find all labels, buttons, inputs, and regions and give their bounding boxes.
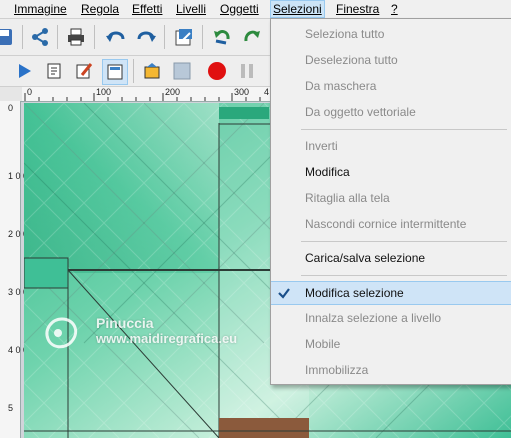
blank-square-icon[interactable] xyxy=(170,59,194,83)
save-icon[interactable] xyxy=(0,25,16,49)
pause-icon[interactable] xyxy=(235,59,259,83)
menu-effetti[interactable]: Effetti xyxy=(130,0,164,18)
redo-icon[interactable] xyxy=(134,25,158,49)
menu-item-da-maschera[interactable]: Da maschera xyxy=(271,75,511,97)
menu-item-da-oggetto-vettoriale[interactable]: Da oggetto vettoriale xyxy=(271,101,511,123)
menu-item-modifica-selezione[interactable]: Modifica selezione xyxy=(271,281,511,305)
undo-icon[interactable] xyxy=(104,25,128,49)
menu-separator xyxy=(301,129,507,130)
ruler-label: 0 xyxy=(8,103,14,113)
ruler-label: 200 xyxy=(165,87,181,97)
rotate-left-icon[interactable] xyxy=(210,25,234,49)
ruler-label: 3 0 0 xyxy=(8,287,29,297)
play-icon[interactable] xyxy=(12,59,36,83)
menu-item-innalza-selezione[interactable]: Innalza selezione a livello xyxy=(271,307,511,329)
watermark-url: www.maidiregrafica.eu xyxy=(96,331,238,346)
ruler-label: 5 xyxy=(8,403,14,413)
menu-item-immobilizza[interactable]: Immobilizza xyxy=(271,359,511,381)
checkmark-icon xyxy=(275,284,293,302)
rotate-right-icon[interactable] xyxy=(240,25,264,49)
menu-selezioni[interactable]: Selezioni xyxy=(270,0,325,18)
ruler-label: 2 0 0 xyxy=(8,229,29,239)
menu-item-inverti[interactable]: Inverti xyxy=(271,135,511,157)
menu-immagine[interactable]: Immagine xyxy=(12,0,69,18)
menu-item-ritaglia-alla-tela[interactable]: Ritaglia alla tela xyxy=(271,187,511,209)
ruler-left: 0 1 0 0 2 0 0 3 0 0 4 0 0 5 xyxy=(0,101,29,438)
menu-item-nascondi-cornice[interactable]: Nascondi cornice intermittente xyxy=(271,213,511,235)
selezioni-dropdown-menu: Seleziona tutto Deseleziona tutto Da mas… xyxy=(270,18,511,385)
watermark-name: Pinuccia xyxy=(96,315,154,331)
ruler-corner xyxy=(0,87,23,102)
menu-item-modifica[interactable]: Modifica xyxy=(271,161,511,183)
menu-finestra[interactable]: Finestra xyxy=(334,0,381,18)
menu-item-carica-salva-selezione[interactable]: Carica/salva selezione xyxy=(271,247,511,269)
ruler-label: 100 xyxy=(96,87,112,97)
menu-separator xyxy=(301,275,507,276)
ruler-label: 4 xyxy=(264,87,270,97)
script-output-icon[interactable] xyxy=(102,59,128,85)
menu-livelli[interactable]: Livelli xyxy=(174,0,208,18)
menu-item-seleziona-tutto[interactable]: Seleziona tutto xyxy=(271,23,511,45)
script-icon[interactable] xyxy=(42,59,66,83)
print-icon[interactable] xyxy=(64,25,88,49)
ruler-label: 1 0 0 xyxy=(8,171,29,181)
menu-separator xyxy=(301,241,507,242)
watermark-logo-icon xyxy=(45,317,78,349)
layer-icon[interactable] xyxy=(140,59,164,83)
edit-script-icon[interactable] xyxy=(72,59,96,83)
menu-bar: Immagine Regola Effetti Livelli Oggetti … xyxy=(0,0,511,19)
record-icon[interactable] xyxy=(205,59,229,83)
menu-help[interactable]: ? xyxy=(389,0,400,18)
ruler-label: 300 xyxy=(234,87,250,97)
resize-canvas-icon[interactable] xyxy=(172,25,196,49)
menu-oggetti[interactable]: Oggetti xyxy=(218,0,261,18)
share-icon[interactable] xyxy=(28,25,52,49)
menu-item-mobile[interactable]: Mobile xyxy=(271,333,511,355)
menu-regola[interactable]: Regola xyxy=(79,0,121,18)
ruler-label: 0 xyxy=(27,87,33,97)
menu-item-deseleziona-tutto[interactable]: Deseleziona tutto xyxy=(271,49,511,71)
ruler-label: 4 0 0 xyxy=(8,345,29,355)
